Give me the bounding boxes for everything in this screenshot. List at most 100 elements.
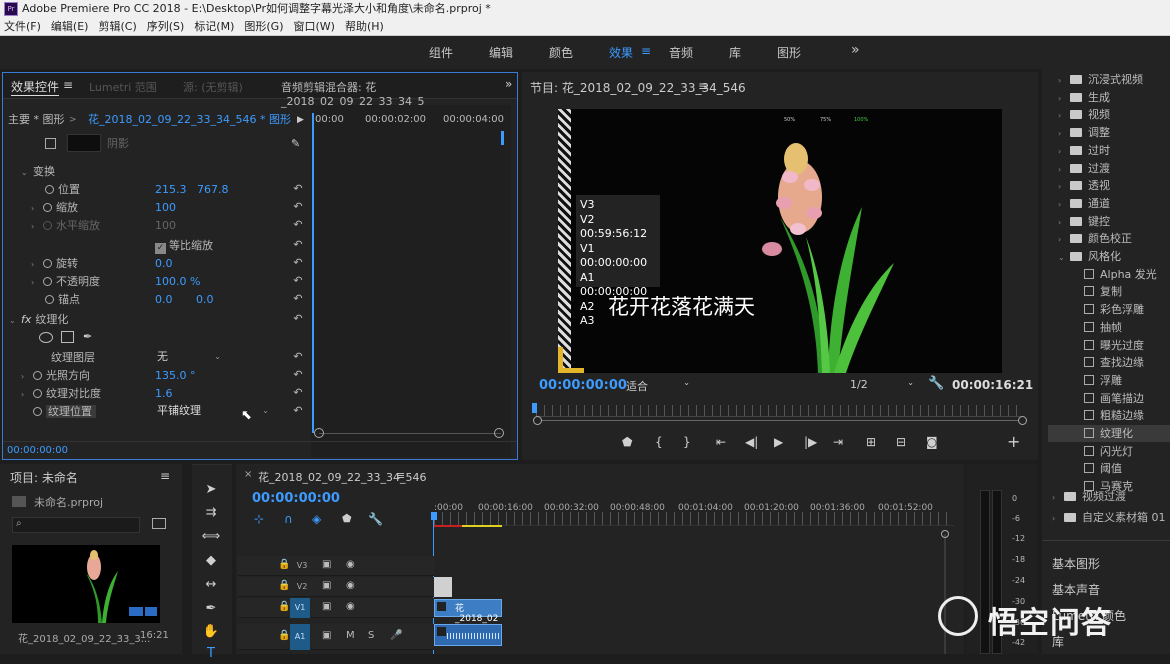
ec-footer-timecode[interactable]: 00:00:00:00 [7, 445, 68, 456]
menu-edit[interactable]: 编辑(E) [51, 18, 89, 35]
chevron-right-icon[interactable]: › [1058, 125, 1070, 142]
effects-folder[interactable]: › 通道 [1058, 195, 1110, 212]
chevron-right-icon[interactable]: › [1058, 178, 1070, 195]
effects-folder[interactable]: › 键控 [1058, 213, 1110, 230]
add-marker-icon[interactable]: ⬟ [622, 435, 632, 449]
chevron-right-icon[interactable]: › [1058, 231, 1070, 248]
play-only-icon[interactable]: ▶ [297, 111, 304, 129]
opacity-value[interactable]: 100.0 % [155, 273, 200, 291]
effect-item[interactable]: 粗糙边缘 [1084, 407, 1144, 424]
mark-in-icon[interactable]: { [655, 435, 663, 449]
eye-icon[interactable]: ◉ [346, 580, 355, 591]
hand-tool-icon[interactable]: ✋ [200, 622, 222, 642]
sync-lock-icon[interactable]: ▣ [322, 580, 331, 591]
reset-icon[interactable]: ↶ [292, 257, 304, 269]
settings-wrench-icon[interactable]: 🔧 [368, 512, 383, 526]
track-select-tool-icon[interactable]: ⇉ [200, 503, 222, 523]
reset-icon[interactable]: ↶ [292, 293, 304, 305]
go-to-in-icon[interactable]: ⇤ [716, 435, 726, 449]
reset-icon[interactable]: ↶ [292, 275, 304, 287]
project-search-input[interactable]: ⌕ [12, 517, 140, 533]
reset-icon[interactable]: ↶ [292, 369, 304, 381]
workspace-editing[interactable]: 编辑 [489, 44, 513, 61]
track-label[interactable]: V3 [292, 559, 312, 573]
reset-icon[interactable]: ↶ [292, 351, 304, 363]
effects-folder[interactable]: ⌄ 风格化 [1058, 248, 1121, 265]
anchor-x-value[interactable]: 0.0 [155, 291, 173, 309]
play-icon[interactable]: ▶ [774, 435, 783, 449]
playhead-handle[interactable] [431, 512, 437, 520]
panel-menu-icon[interactable]: ≡ [63, 78, 73, 92]
zoom-handle-right[interactable] [1018, 416, 1027, 425]
menu-marker[interactable]: 标记(M) [194, 18, 234, 35]
tab-audio-clip-mixer[interactable]: 音频剪辑混合器: 花_2018_02_09_22_33_34_5 [281, 79, 517, 108]
effects-folder[interactable]: › 生成 [1058, 89, 1110, 106]
effect-item[interactable]: 曝光过度 [1084, 337, 1144, 354]
program-video[interactable]: 50% 75% 100% V3 V2 00:59:56:12 V1 00:00:… [558, 109, 1002, 373]
texture-contrast-value[interactable]: 1.6 [155, 385, 173, 403]
zoom-handle-left[interactable] [533, 416, 542, 425]
texture-placement-dropdown[interactable]: 平铺纹理 ⌄ [157, 403, 271, 419]
reset-icon[interactable]: ↶ [292, 201, 304, 213]
menu-window[interactable]: 窗口(W) [294, 18, 335, 35]
rotation-value[interactable]: 0.0 [155, 255, 173, 273]
effects-folder[interactable]: › 颜色校正 [1058, 230, 1132, 247]
effect-item[interactable]: 浮雕 [1084, 372, 1122, 389]
workspace-libraries[interactable]: 库 [729, 44, 741, 61]
position-x-value[interactable]: 215.3 [155, 181, 187, 199]
menu-file[interactable]: 文件(F) [4, 18, 41, 35]
menu-help[interactable]: 帮助(H) [345, 18, 384, 35]
light-direction-value[interactable]: 135.0 ° [155, 367, 196, 385]
project-menu-icon[interactable]: ≡ [160, 469, 170, 483]
shadow-color-swatch[interactable] [67, 134, 101, 152]
timeline-timecode[interactable]: 00:00:00:00 [252, 491, 340, 506]
menu-graphics[interactable]: 图形(G) [244, 18, 283, 35]
uniform-scale-row[interactable]: ✓ 等比缩放 [155, 237, 213, 255]
chevron-right-icon[interactable]: › [1058, 72, 1070, 89]
effect-item[interactable]: 阈值 [1084, 460, 1122, 477]
program-scrubber[interactable] [536, 405, 1022, 417]
tab-lumetri-scopes[interactable]: Lumetri 范围 [89, 79, 157, 95]
workspace-assembly[interactable]: 组件 [429, 44, 453, 61]
workspace-color[interactable]: 颜色 [549, 44, 573, 61]
caption-text[interactable]: 花开花落花满天 [608, 291, 755, 321]
chevron-right-icon[interactable]: › [1058, 214, 1070, 231]
eyedropper-icon[interactable]: ✎ [291, 135, 300, 153]
effect-item[interactable]: 闪光灯 [1084, 443, 1133, 460]
video-clip[interactable]: 花_2018_02 [434, 599, 502, 624]
audio-clip[interactable] [434, 624, 502, 646]
project-title[interactable]: 项目: 未命名 [10, 469, 78, 486]
mark-out-icon[interactable]: } [683, 435, 691, 449]
chevron-right-icon[interactable]: › [1058, 107, 1070, 124]
type-tool-icon[interactable]: T [200, 644, 222, 664]
tab-source[interactable]: 源: (无剪辑) [183, 79, 243, 95]
ec-zoom-handle-left[interactable] [314, 428, 324, 438]
nest-icon[interactable]: ⊹ [254, 512, 264, 526]
razor-tool-icon[interactable]: ◆ [200, 551, 222, 571]
more-tabs-icon[interactable]: » [505, 77, 512, 91]
step-forward-icon[interactable]: |▶ [804, 435, 817, 449]
chevron-down-icon[interactable]: ⌄ [1058, 249, 1070, 266]
program-playhead[interactable] [532, 403, 537, 413]
effects-folder[interactable]: › 视频 [1058, 106, 1110, 123]
workspace-audio[interactable]: 音频 [669, 44, 693, 61]
sync-lock-icon[interactable]: ▣ [322, 630, 331, 641]
effects-folder[interactable]: › 沉浸式视频 [1058, 71, 1143, 88]
workspace-effects[interactable]: 效果 [609, 44, 633, 61]
program-title[interactable]: 节目: 花_2018_02_09_22_33_34_546 [530, 79, 746, 96]
linked-selection-icon[interactable]: ◈ [312, 512, 321, 526]
reset-icon[interactable]: ↶ [292, 313, 304, 325]
ec-zoom-handle-right[interactable] [494, 428, 504, 438]
lock-icon[interactable]: 🔒 [278, 630, 290, 641]
chevron-right-icon[interactable]: › [1058, 90, 1070, 107]
menu-clip[interactable]: 剪辑(C) [98, 18, 136, 35]
effect-item[interactable]: 抽帧 [1084, 319, 1122, 336]
new-bin-icon[interactable] [152, 518, 166, 529]
button-editor-icon[interactable]: + [1007, 432, 1020, 451]
workspace-graphics[interactable]: 图形 [777, 44, 801, 61]
reset-icon[interactable]: ↶ [292, 183, 304, 195]
chevron-right-icon[interactable]: › [1058, 143, 1070, 160]
lock-icon[interactable]: 🔒 [278, 559, 290, 570]
effect-item[interactable]: 查找边缘 [1084, 354, 1144, 371]
effects-folder-video-transitions[interactable]: › 视频过渡 [1052, 488, 1126, 505]
